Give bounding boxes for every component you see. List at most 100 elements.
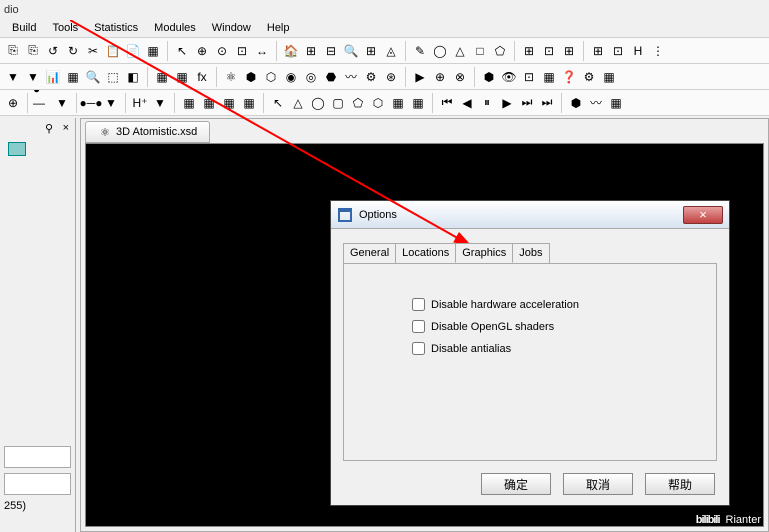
tb1-tool-15[interactable]: 🏠 — [282, 42, 300, 60]
disable-shaders-checkbox[interactable] — [412, 320, 425, 333]
tb2-tool-20[interactable]: ⊛ — [382, 68, 400, 86]
tab-general[interactable]: General — [343, 243, 396, 263]
tb1-tool-5[interactable]: 📋 — [104, 42, 122, 60]
tb1-tool-4[interactable]: ✂ — [84, 42, 102, 60]
tb1-tool-0[interactable]: ⎘ — [4, 42, 22, 60]
tb1-tool-7[interactable]: ▦ — [144, 42, 162, 60]
tb3-tool-22[interactable]: ▦ — [389, 94, 407, 112]
tb2-tool-14[interactable]: ⬡ — [262, 68, 280, 86]
tb2-tool-18[interactable]: 〰 — [342, 68, 360, 86]
tb1-tool-16[interactable]: ⊞ — [302, 42, 320, 60]
tb1-tool-35[interactable]: ⋮ — [649, 42, 667, 60]
tb3-tool-34[interactable]: ▦ — [607, 94, 625, 112]
tb1-tool-33[interactable]: ⊡ — [609, 42, 627, 60]
tb3-tool-11[interactable]: ▦ — [180, 94, 198, 112]
tb2-tool-27[interactable]: 👁 — [500, 68, 518, 86]
panel-box-2[interactable] — [4, 473, 71, 495]
tb1-tool-34[interactable]: H — [629, 42, 647, 60]
tb3-tool-3[interactable]: ▼ — [53, 94, 71, 112]
tb2-tool-13[interactable]: ⬢ — [242, 68, 260, 86]
tb1-tool-17[interactable]: ⊟ — [322, 42, 340, 60]
tb3-tool-27[interactable]: ⏸ — [478, 94, 496, 112]
cancel-button[interactable]: 取消 — [563, 473, 633, 495]
tab-locations[interactable]: Locations — [395, 243, 456, 263]
tb3-tool-28[interactable]: ▶ — [498, 94, 516, 112]
tb3-tool-30[interactable]: ⏭ — [538, 94, 556, 112]
tb1-tool-28[interactable]: ⊞ — [520, 42, 538, 60]
tb2-tool-4[interactable]: 🔍 — [84, 68, 102, 86]
tb1-tool-11[interactable]: ⊙ — [213, 42, 231, 60]
tb2-tool-10[interactable]: fx — [193, 68, 211, 86]
tb2-tool-30[interactable]: ❓ — [560, 68, 578, 86]
panel-box-1[interactable] — [4, 446, 71, 468]
tb2-tool-31[interactable]: ⚙ — [580, 68, 598, 86]
close-icon[interactable]: × — [63, 122, 69, 134]
menu-window[interactable]: Window — [204, 19, 259, 37]
dialog-titlebar[interactable]: Options × — [331, 201, 729, 229]
checkbox-row-hw[interactable]: Disable hardware acceleration — [412, 298, 579, 311]
tb1-tool-10[interactable]: ⊕ — [193, 42, 211, 60]
tb1-tool-19[interactable]: ⊞ — [362, 42, 380, 60]
tb1-tool-1[interactable]: ⎘ — [24, 42, 42, 60]
tb2-tool-1[interactable]: ▼ — [24, 68, 42, 86]
tb2-tool-28[interactable]: ⊡ — [520, 68, 538, 86]
tb2-tool-29[interactable]: ▦ — [540, 68, 558, 86]
tb2-tool-15[interactable]: ◉ — [282, 68, 300, 86]
disable-hw-checkbox[interactable] — [412, 298, 425, 311]
tb3-tool-21[interactable]: ⬡ — [369, 94, 387, 112]
pin-icon[interactable]: ⚲ — [45, 122, 53, 135]
menu-help[interactable]: Help — [259, 19, 298, 37]
tb2-tool-8[interactable]: ▦ — [153, 68, 171, 86]
tb2-tool-23[interactable]: ⊕ — [431, 68, 449, 86]
tb2-tool-9[interactable]: ▦ — [173, 68, 191, 86]
tb2-tool-17[interactable]: ⬣ — [322, 68, 340, 86]
tb3-tool-19[interactable]: ▢ — [329, 94, 347, 112]
tb1-tool-30[interactable]: ⊞ — [560, 42, 578, 60]
tb3-tool-20[interactable]: ⬠ — [349, 94, 367, 112]
tb1-tool-3[interactable]: ↻ — [64, 42, 82, 60]
tb2-tool-6[interactable]: ◧ — [124, 68, 142, 86]
tb1-tool-18[interactable]: 🔍 — [342, 42, 360, 60]
tb3-tool-6[interactable]: ▼ — [102, 94, 120, 112]
checkbox-row-aa[interactable]: Disable antialias — [412, 342, 511, 355]
tb3-tool-33[interactable]: 〰 — [587, 94, 605, 112]
tb1-tool-9[interactable]: ↖ — [173, 42, 191, 60]
tb2-tool-5[interactable]: ⬚ — [104, 68, 122, 86]
tb3-tool-12[interactable]: ▦ — [200, 94, 218, 112]
tb2-tool-0[interactable]: ▼ — [4, 68, 22, 86]
tb3-tool-5[interactable]: ●─● — [82, 94, 100, 112]
tree-item[interactable] — [8, 142, 26, 156]
tb2-tool-32[interactable]: ▦ — [600, 68, 618, 86]
dialog-close-button[interactable]: × — [683, 206, 723, 224]
tb2-tool-24[interactable]: ⊗ — [451, 68, 469, 86]
tb1-tool-20[interactable]: ◬ — [382, 42, 400, 60]
document-tab[interactable]: ⚛ 3D Atomistic.xsd — [85, 121, 210, 143]
tb3-tool-14[interactable]: ▦ — [240, 94, 258, 112]
checkbox-row-shaders[interactable]: Disable OpenGL shaders — [412, 320, 554, 333]
tb1-tool-32[interactable]: ⊞ — [589, 42, 607, 60]
tb3-tool-0[interactable]: ⊕ — [4, 94, 22, 112]
tb3-tool-2[interactable]: ●—● — [33, 94, 51, 112]
tb3-tool-8[interactable]: H⁺ — [131, 94, 149, 112]
tb3-tool-18[interactable]: ◯ — [309, 94, 327, 112]
tab-graphics[interactable]: Graphics — [455, 243, 513, 263]
tb2-tool-22[interactable]: ▶ — [411, 68, 429, 86]
tb3-tool-23[interactable]: ▦ — [409, 94, 427, 112]
tb2-tool-16[interactable]: ◎ — [302, 68, 320, 86]
menu-modules[interactable]: Modules — [146, 19, 204, 37]
tb3-tool-9[interactable]: ▼ — [151, 94, 169, 112]
help-button[interactable]: 帮助 — [645, 473, 715, 495]
tb1-tool-23[interactable]: ◯ — [431, 42, 449, 60]
tb3-tool-26[interactable]: ◀ — [458, 94, 476, 112]
tb2-tool-26[interactable]: ⬢ — [480, 68, 498, 86]
tb1-tool-6[interactable]: 📄 — [124, 42, 142, 60]
menu-tools[interactable]: Tools — [44, 19, 86, 37]
tb2-tool-2[interactable]: 📊 — [44, 68, 62, 86]
tb1-tool-24[interactable]: △ — [451, 42, 469, 60]
tb1-tool-2[interactable]: ↺ — [44, 42, 62, 60]
menu-statistics[interactable]: Statistics — [86, 19, 146, 37]
tb1-tool-26[interactable]: ⬠ — [491, 42, 509, 60]
disable-aa-checkbox[interactable] — [412, 342, 425, 355]
tb3-tool-16[interactable]: ↖ — [269, 94, 287, 112]
tb3-tool-25[interactable]: ⏮ — [438, 94, 456, 112]
